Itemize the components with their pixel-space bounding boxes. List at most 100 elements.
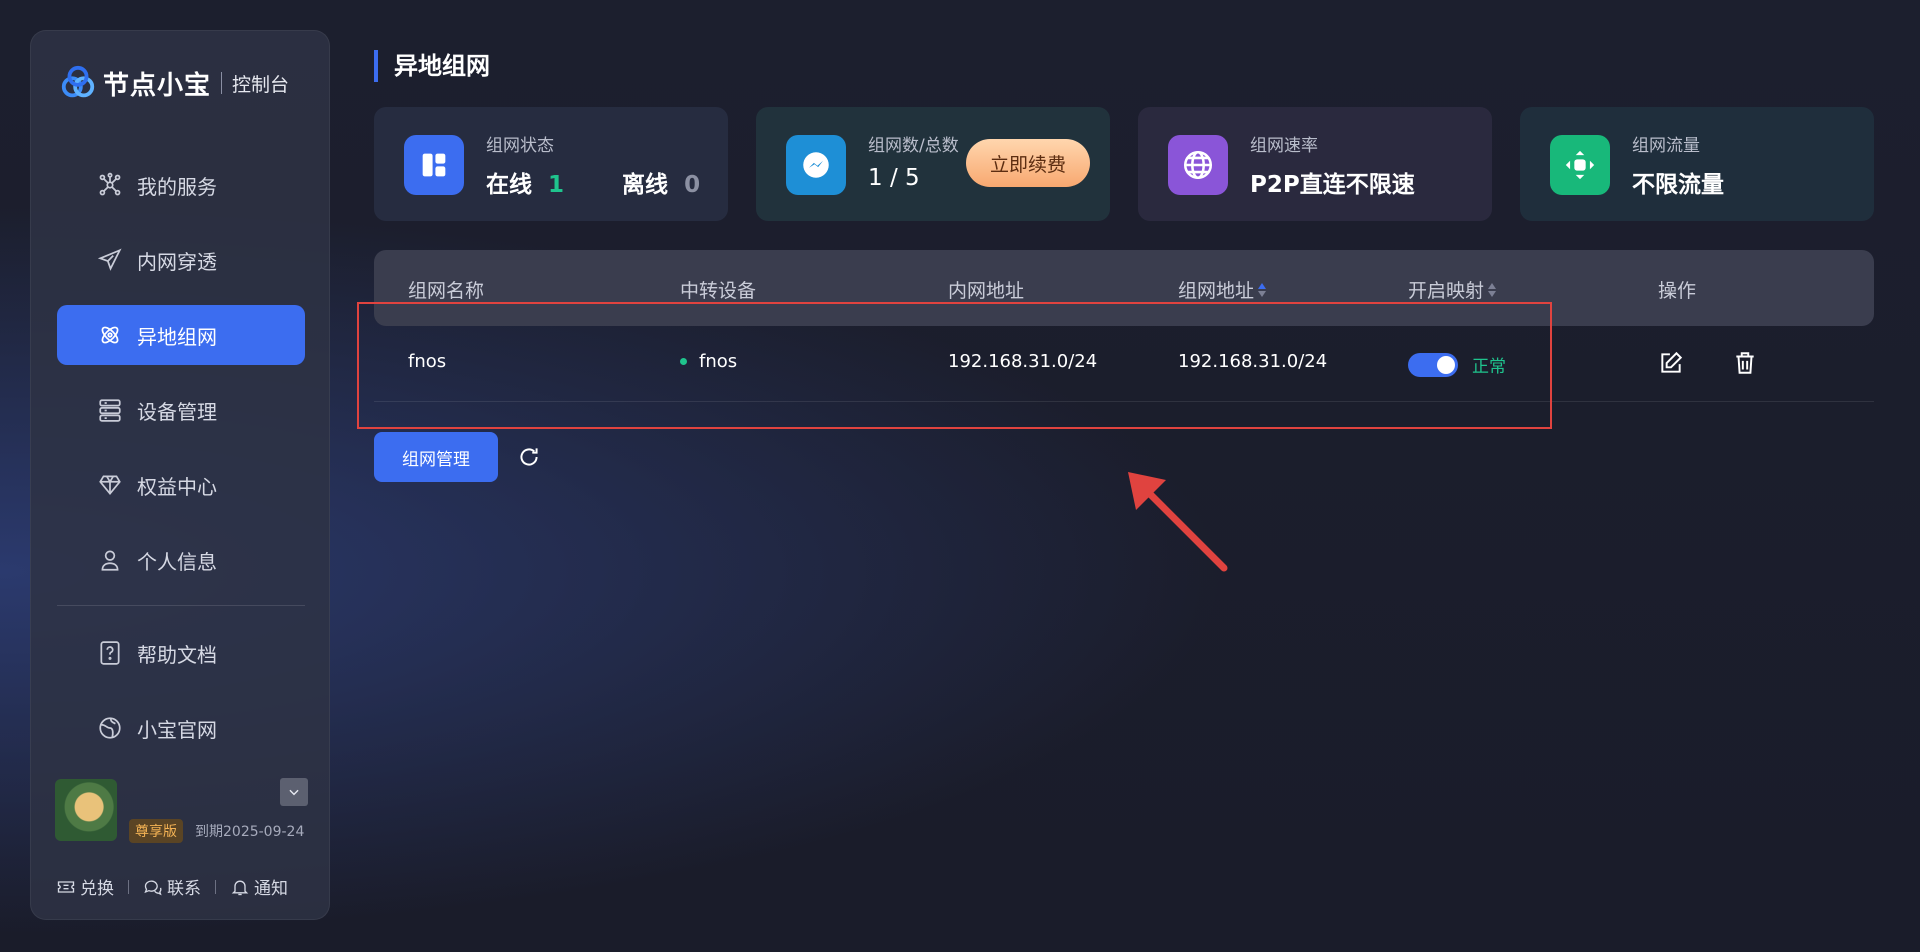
- contact-label: 联系: [167, 879, 201, 899]
- layout-icon: [422, 153, 446, 177]
- sort-icon[interactable]: [1488, 282, 1497, 297]
- avatar[interactable]: [55, 779, 117, 841]
- cell-ops: [1658, 350, 1758, 376]
- plan-badge: 尊享版: [129, 819, 183, 843]
- expand-arrows-icon: [1565, 150, 1595, 180]
- cell-name: fnos: [408, 351, 447, 372]
- sidebar-item-devices[interactable]: 设备管理: [57, 380, 305, 440]
- card-network-traffic: 组网流量 不限流量: [1520, 107, 1874, 221]
- user-panel: 尊享版 到期2025-09-24: [55, 779, 311, 843]
- mapping-toggle[interactable]: [1408, 352, 1458, 377]
- edit-icon[interactable]: [1658, 350, 1684, 376]
- renew-button[interactable]: 立即续费: [966, 139, 1090, 187]
- cell-map: 正常: [1408, 352, 1506, 377]
- card-icon: [404, 135, 464, 195]
- sidebar-item-label: 异地组网: [137, 324, 217, 349]
- user-icon: [101, 550, 119, 571]
- table-header: 组网名称 中转设备 内网地址 组网地址 开启映射 操作: [374, 250, 1874, 326]
- sidebar-item-label: 权益中心: [137, 474, 217, 499]
- expire-date: 到期2025-09-24: [195, 824, 305, 840]
- card-value: 在线 1 离线 0: [486, 165, 700, 199]
- brand-separator: [221, 72, 223, 94]
- contact-link[interactable]: 联系: [143, 874, 201, 899]
- ticket-icon: [57, 880, 75, 893]
- redeem-link[interactable]: 兑换: [56, 874, 114, 899]
- online-count: 1: [548, 172, 565, 198]
- diamond-icon: [99, 475, 121, 496]
- sidebar-item-label: 我的服务: [137, 174, 217, 199]
- card-icon: [786, 135, 846, 195]
- sidebar-nav: 我的服务 内网穿透 异地组网 设备管理 权益中心 个人信息 帮助文档 小宝官网: [57, 155, 305, 773]
- help-doc-icon: [100, 641, 120, 665]
- brand[interactable]: 节点小宝 控制台: [59, 61, 289, 105]
- online-label: 在线: [486, 172, 532, 198]
- offline-label: 离线: [622, 172, 669, 198]
- sidebar-item-label: 内网穿透: [137, 249, 217, 274]
- notify-label: 通知: [254, 879, 288, 899]
- sidebar-item-website[interactable]: 小宝官网: [57, 698, 305, 758]
- header-map[interactable]: 开启映射: [1408, 276, 1497, 303]
- card-value: 1 / 5: [868, 165, 920, 191]
- card-label: 组网流量: [1632, 136, 1700, 156]
- sidebar-item-label: 个人信息: [137, 549, 217, 574]
- status-text: 正常: [1472, 357, 1506, 377]
- offline-count: 0: [684, 172, 701, 198]
- sidebar-item-my-services[interactable]: 我的服务: [57, 155, 305, 215]
- network-nodes-icon: [99, 172, 121, 196]
- card-icon: [1550, 135, 1610, 195]
- refresh-icon: [520, 448, 538, 466]
- header-name: 组网名称: [408, 280, 485, 302]
- table-row: fnos fnos 192.168.31.0/24 192.168.31.0/2…: [374, 326, 1874, 402]
- brand-subtitle: 控制台: [232, 73, 290, 96]
- header-relay: 中转设备: [680, 280, 757, 302]
- sidebar-item-label: 小宝官网: [137, 717, 217, 742]
- logo-icon: [61, 65, 95, 98]
- notify-link[interactable]: 通知: [230, 874, 288, 899]
- sort-icon[interactable]: [1258, 282, 1267, 297]
- paper-plane-icon: [97, 248, 122, 271]
- globe-icon: [99, 717, 121, 739]
- card-label: 组网数/总数: [868, 136, 959, 156]
- card-network-count: 组网数/总数 1 / 5 立即续费: [756, 107, 1110, 221]
- sidebar-item-benefits[interactable]: 权益中心: [57, 455, 305, 515]
- sidebar-item-tunnel[interactable]: 内网穿透: [57, 230, 305, 290]
- card-label: 组网状态: [486, 136, 554, 156]
- link-separator: [215, 879, 216, 894]
- header-lan: 内网地址: [948, 280, 1025, 302]
- link-separator: [128, 879, 129, 894]
- server-icon: [99, 399, 121, 422]
- cell-relay: fnos: [680, 351, 737, 372]
- sidebar-item-label: 设备管理: [137, 399, 217, 424]
- chat-icon: [144, 880, 162, 895]
- bell-icon: [231, 880, 249, 895]
- sidebar-item-help[interactable]: 帮助文档: [57, 623, 305, 683]
- bottom-links: 兑换 联系 通知: [56, 874, 288, 899]
- chevron-down-icon: [289, 789, 299, 796]
- sidebar-item-label: 帮助文档: [137, 642, 217, 667]
- trash-icon[interactable]: [1732, 350, 1758, 376]
- sidebar-item-remote-network[interactable]: 异地组网: [57, 305, 305, 365]
- card-value: P2P直连不限速: [1250, 172, 1415, 198]
- card-value: 不限流量: [1632, 172, 1724, 198]
- cell-lan: 192.168.31.0/24: [948, 351, 1098, 372]
- online-dot: [680, 358, 687, 365]
- cell-net: 192.168.31.0/24: [1178, 351, 1328, 372]
- nav-divider: [57, 605, 305, 606]
- card-network-status: 组网状态 在线 1 离线 0: [374, 107, 728, 221]
- header-net[interactable]: 组网地址: [1178, 276, 1267, 303]
- brand-name: 节点小宝: [103, 70, 212, 101]
- page-title: 异地组网: [374, 50, 490, 82]
- atom-icon: [101, 326, 119, 344]
- sidebar-item-profile[interactable]: 个人信息: [57, 530, 305, 590]
- globe-icon: [1183, 150, 1213, 180]
- stats-cards: 组网状态 在线 1 离线 0 组网数/总数 1 / 5 立即续费 组网速率 P2…: [374, 107, 1874, 221]
- redeem-label: 兑换: [80, 879, 114, 899]
- refresh-button[interactable]: [516, 444, 542, 470]
- user-menu-toggle[interactable]: [280, 778, 308, 806]
- messenger-icon: [803, 152, 829, 178]
- network-manage-button[interactable]: 组网管理: [374, 432, 498, 482]
- network-table: 组网名称 中转设备 内网地址 组网地址 开启映射 操作 fnos fnos 19…: [374, 250, 1874, 402]
- header-ops: 操作: [1658, 280, 1697, 302]
- card-network-speed: 组网速率 P2P直连不限速: [1138, 107, 1492, 221]
- card-label: 组网速率: [1250, 136, 1318, 156]
